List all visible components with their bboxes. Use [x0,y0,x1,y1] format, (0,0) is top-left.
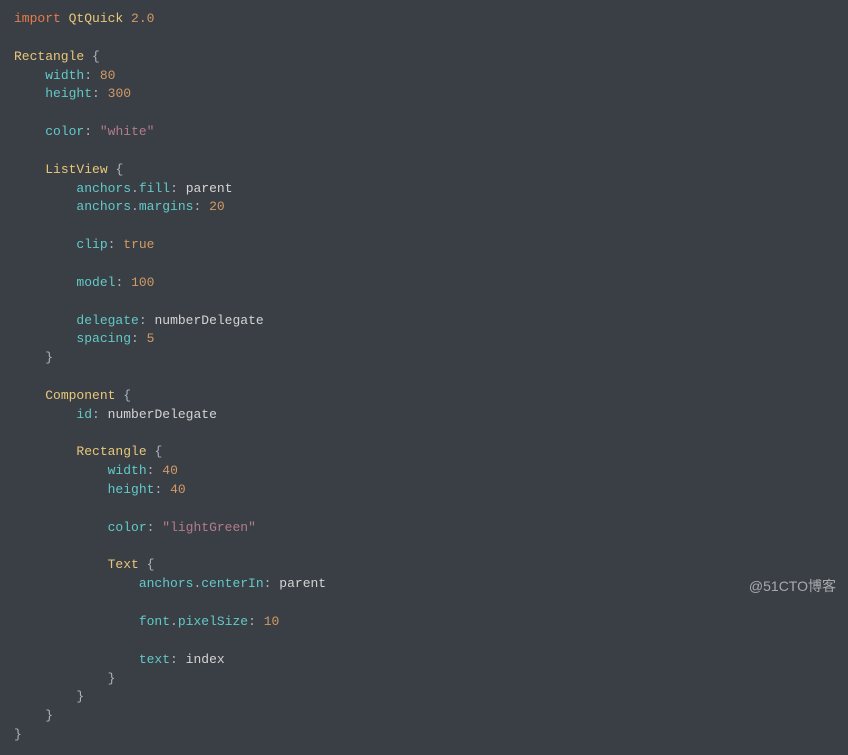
colon: : [248,614,256,629]
prop-text: text [139,652,170,667]
value-number: 40 [170,482,186,497]
prop-fill: fill [139,181,170,196]
brace-close: } [76,689,84,704]
prop-clip: clip [76,237,107,252]
colon: : [193,199,201,214]
prop-pixelsize: pixelSize [178,614,248,629]
prop-height: height [108,482,155,497]
prop-anchors: anchors [76,199,131,214]
prop-font: font [139,614,170,629]
value-ident: numberDelegate [108,407,217,422]
value-string: "white" [100,124,155,139]
dot: . [131,199,139,214]
brace-close: } [14,727,22,742]
type-rectangle: Rectangle [14,49,84,64]
keyword-import: import [14,11,61,26]
brace-close: } [45,350,53,365]
brace-open: { [147,557,155,572]
colon: : [264,576,272,591]
prop-width: width [108,463,147,478]
type-component: Component [45,388,115,403]
value-ident: index [186,652,225,667]
prop-height: height [45,86,92,101]
colon: : [108,237,116,252]
version-number: 2.0 [131,11,154,26]
brace-open: { [115,162,123,177]
prop-width: width [45,68,84,83]
colon: : [139,313,147,328]
dot: . [170,614,178,629]
code-editor[interactable]: import QtQuick 2.0 Rectangle { width: 80… [0,0,848,755]
brace-close: } [45,708,53,723]
type-text: Text [108,557,139,572]
colon: : [170,181,178,196]
colon: : [92,86,100,101]
brace-open: { [92,49,100,64]
prop-anchors: anchors [76,181,131,196]
value-bool: true [123,237,154,252]
value-string: "lightGreen" [162,520,256,535]
value-number: 100 [131,275,154,290]
module-name: QtQuick [69,11,124,26]
colon: : [84,124,92,139]
value-number: 20 [209,199,225,214]
brace-close: } [108,671,116,686]
value-ident: parent [186,181,233,196]
prop-anchors: anchors [139,576,194,591]
prop-color: color [45,124,84,139]
colon: : [131,331,139,346]
prop-spacing: spacing [76,331,131,346]
value-number: 10 [264,614,280,629]
prop-model: model [76,275,115,290]
value-ident: parent [279,576,326,591]
colon: : [147,463,155,478]
prop-id: id [76,407,92,422]
colon: : [147,520,155,535]
value-number: 300 [108,86,131,101]
prop-margins: margins [139,199,194,214]
brace-open: { [123,388,131,403]
prop-centerin: centerIn [201,576,263,591]
colon: : [115,275,123,290]
colon: : [84,68,92,83]
value-ident: numberDelegate [154,313,263,328]
type-listview: ListView [45,162,107,177]
brace-open: { [154,444,162,459]
dot: . [131,181,139,196]
colon: : [154,482,162,497]
value-number: 80 [100,68,116,83]
value-number: 5 [147,331,155,346]
type-rectangle: Rectangle [76,444,146,459]
colon: : [170,652,178,667]
value-number: 40 [162,463,178,478]
prop-delegate: delegate [76,313,138,328]
colon: : [92,407,100,422]
prop-color: color [108,520,147,535]
